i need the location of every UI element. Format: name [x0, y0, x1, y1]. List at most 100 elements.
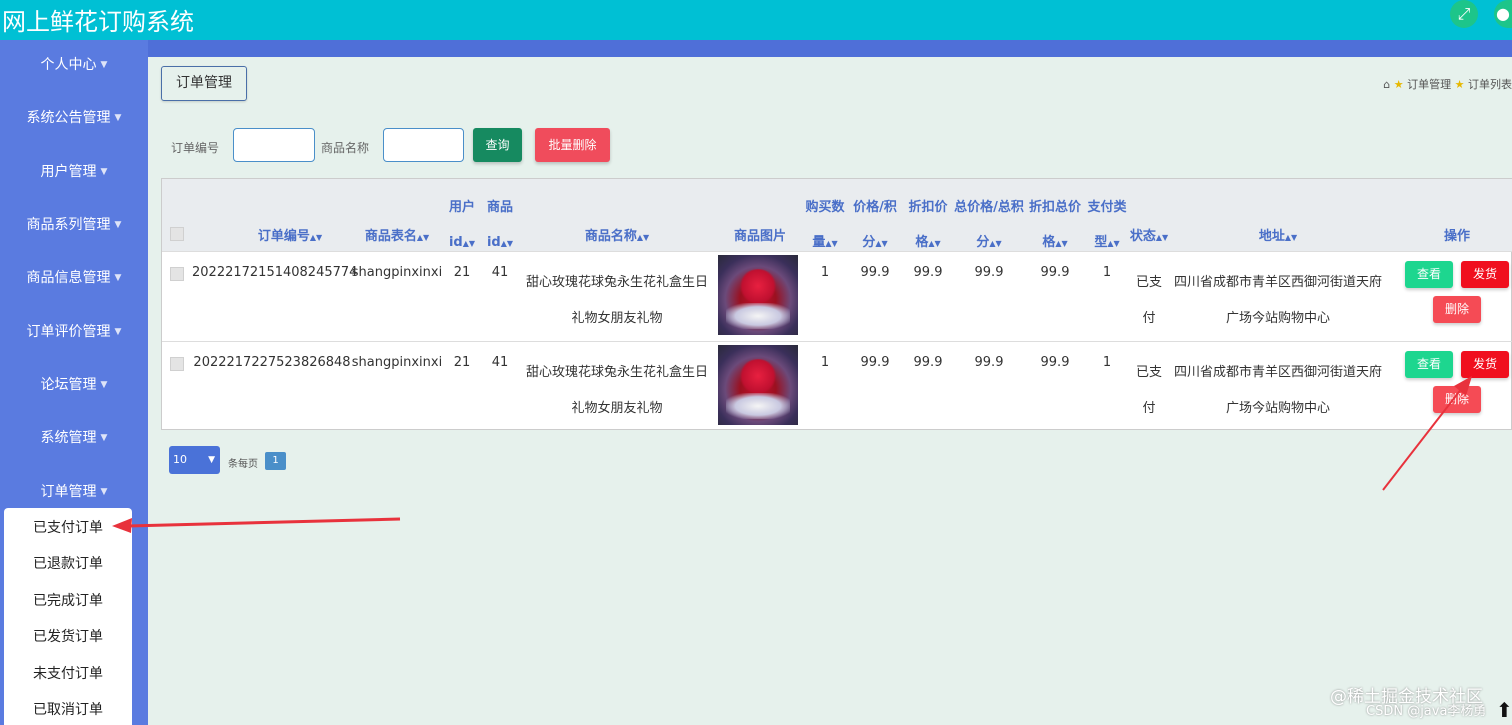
cell-pay-type: 1	[1102, 355, 1112, 370]
header-label: 总价格/总积	[954, 200, 1024, 215]
col-goods-name[interactable]: 商品名称▲▼	[562, 225, 672, 244]
page-number-button[interactable]: 1	[265, 452, 286, 470]
cell-order-no: 2022217227523826848	[193, 355, 351, 370]
cell-qty: 1	[820, 355, 830, 370]
view-button[interactable]: 查看	[1405, 261, 1453, 288]
header-label: 地址	[1258, 229, 1285, 244]
select-all-checkbox[interactable]	[170, 227, 184, 241]
header-label: 商品名称	[584, 229, 637, 244]
chevron-down-icon: ▼	[100, 60, 108, 70]
cell-goods-id: 41	[491, 355, 509, 370]
ship-button[interactable]: 发货	[1461, 351, 1509, 378]
sidebar-item-orders[interactable]: 订单管理 ▼	[0, 481, 148, 501]
header-label: 商品表名	[364, 229, 417, 244]
view-button[interactable]: 查看	[1405, 351, 1453, 378]
sidebar-item-personal-center[interactable]: 个人中心 ▼	[0, 54, 148, 74]
cell-line: 礼物女朋友礼物	[571, 401, 663, 416]
sidebar-item-announcements[interactable]: 系统公告管理 ▼	[0, 107, 148, 127]
submenu-item-cancelled-orders[interactable]: 已取消订单	[4, 699, 132, 719]
submenu-item-paid-orders[interactable]: 已支付订单	[4, 517, 132, 537]
order-no-input[interactable]	[233, 128, 315, 162]
sort-icon: ▲▼	[928, 239, 941, 248]
col-address[interactable]: 地址▲▼	[1228, 225, 1328, 244]
cell-order-no: 2022217215140824577​4	[192, 265, 358, 280]
sidebar-item-label: 商品信息管理	[26, 270, 111, 286]
header-label: 商品	[486, 200, 513, 215]
cell-line: 付	[1142, 401, 1156, 416]
delete-button[interactable]: 删除	[1433, 386, 1481, 413]
cell-user-id: 21	[453, 355, 471, 370]
cell-goods-id: 41	[491, 265, 509, 280]
header-label: 格	[1042, 235, 1056, 250]
sidebar-item-label: 个人中心	[40, 57, 97, 73]
header-label: 分	[976, 235, 990, 250]
submenu-item-completed-orders[interactable]: 已完成订单	[4, 590, 132, 610]
header-label: 状态	[1129, 229, 1156, 244]
cell-user-id: 21	[453, 265, 471, 280]
query-button[interactable]: 查询	[473, 128, 522, 162]
orders-submenu: 已支付订单 已退款订单 已完成订单 已发货订单 未支付订单 已取消订单	[4, 508, 132, 725]
watermark-csdn: CSDN @java李杨勇	[1366, 704, 1487, 719]
header-label: 折扣价	[908, 200, 948, 215]
chevron-down-icon: ▼	[100, 167, 108, 177]
ship-button[interactable]: 发货	[1461, 261, 1509, 288]
sidebar-item-label: 论坛管理	[40, 377, 97, 393]
chevron-down-icon: ▼	[114, 113, 122, 123]
sidebar-item-product-info[interactable]: 商品信息管理 ▼	[0, 267, 148, 287]
delete-button[interactable]: 删除	[1433, 296, 1481, 323]
sidebar-item-product-series[interactable]: 商品系列管理 ▼	[0, 214, 148, 234]
per-page-label: 条每页	[228, 459, 258, 470]
order-no-label: 订单编号	[171, 141, 220, 155]
col-actions: 操作	[1443, 229, 1470, 244]
cell-table-name: shangpinxinxi	[351, 355, 443, 370]
cell-goods-name: 甜心玫瑰花球兔永生花礼盒生日 礼物女朋友礼物	[520, 265, 714, 337]
product-name-input[interactable]	[383, 128, 464, 162]
sidebar-item-label: 用户管理	[40, 164, 97, 180]
page-size-value: 10	[173, 453, 187, 466]
cell-line: 礼物女朋友礼物	[571, 311, 663, 326]
cell-table-name: shangpinxinxi	[351, 265, 443, 280]
chevron-down-icon: ▼	[208, 455, 215, 465]
chevron-down-icon: ▼	[100, 433, 108, 443]
header-label: 用户	[448, 200, 475, 215]
sidebar-item-system[interactable]: 系统管理 ▼	[0, 427, 148, 447]
sort-icon: ▲▼	[416, 233, 430, 242]
table-header: 订单编号▲▼ 商品表名▲▼ 用户 id▲▼ 商品 id▲▼ 商品名称▲▼ 商品图片 …	[162, 179, 1512, 251]
breadcrumb-item[interactable]: 订单管理	[1407, 78, 1451, 91]
cell-goods-name: 甜心玫瑰花球兔永生花礼盒生日 礼物女朋友礼物	[520, 355, 714, 427]
submenu-item-shipped-orders[interactable]: 已发货订单	[4, 626, 132, 646]
cell-line: 四川省成都市青羊区西御河街道天府	[1173, 275, 1382, 290]
header-label: 订单编号	[257, 229, 310, 244]
row-checkbox[interactable]	[170, 357, 184, 371]
header-label: id	[486, 235, 501, 250]
sidebar-item-order-reviews[interactable]: 订单评价管理 ▼	[0, 321, 148, 341]
cell-line: 广场今站购物中心	[1225, 401, 1330, 416]
star-icon: ★	[1454, 78, 1465, 91]
product-name-label: 商品名称	[321, 141, 370, 155]
submenu-item-refunded-orders[interactable]: 已退款订单	[4, 553, 132, 573]
cell-line: 广场今站购物中心	[1225, 311, 1330, 326]
sidebar-item-forum[interactable]: 论坛管理 ▼	[0, 374, 148, 394]
cell-price: 99.9	[860, 265, 890, 280]
cell-line: 甜心玫瑰花球兔永生花礼盒生日	[525, 365, 708, 380]
submenu-item-unpaid-orders[interactable]: 未支付订单	[4, 663, 132, 683]
cell-status: 已支付	[1129, 355, 1169, 427]
col-status[interactable]: 状态▲▼	[1129, 225, 1169, 244]
home-icon[interactable]: ⌂	[1383, 78, 1390, 91]
back-to-top-icon[interactable]: ⬆	[1496, 698, 1512, 722]
col-order-no[interactable]: 订单编号▲▼	[240, 225, 340, 244]
sidebar-item-users[interactable]: 用户管理 ▼	[0, 161, 148, 181]
sidebar-item-label: 系统管理	[40, 430, 97, 446]
user-icon[interactable]: ●	[1494, 0, 1512, 28]
breadcrumb-item: 订单列表	[1468, 78, 1512, 91]
batch-delete-button[interactable]: 批量删除	[535, 128, 610, 162]
cell-line: 已支	[1135, 275, 1162, 290]
row-checkbox[interactable]	[170, 267, 184, 281]
row-divider	[162, 251, 1512, 252]
col-table-name[interactable]: 商品表名▲▼	[352, 225, 442, 244]
orders-table: 订单编号▲▼ 商品表名▲▼ 用户 id▲▼ 商品 id▲▼ 商品名称▲▼ 商品图片 …	[161, 178, 1512, 430]
product-image	[718, 345, 798, 425]
page-size-select[interactable]: 10 ▼	[169, 446, 220, 474]
fullscreen-icon[interactable]: ⤢	[1450, 0, 1478, 28]
cell-address: 四川省成都市青羊区西御河街道天府 广场今站购物中心	[1170, 355, 1386, 427]
